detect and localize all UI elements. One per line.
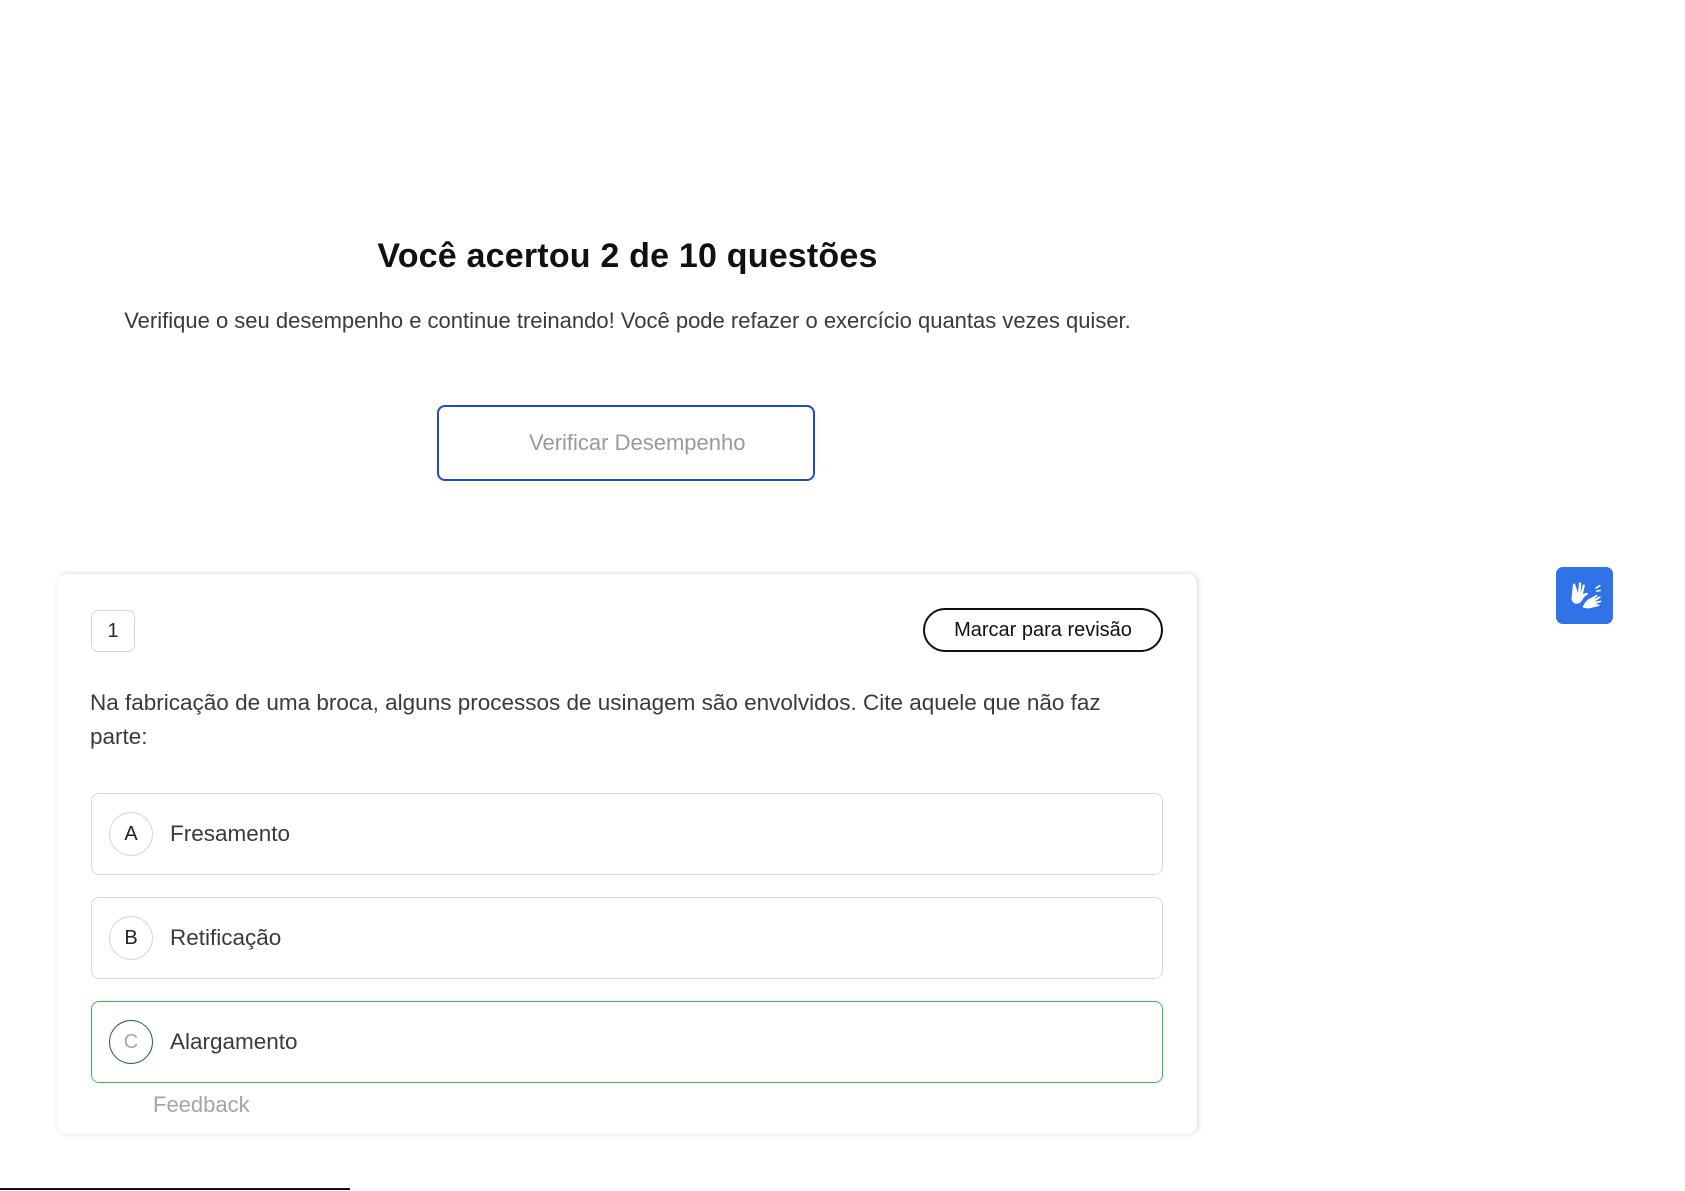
option-letter: A [109, 812, 153, 856]
page: Você acertou 2 de 10 questões Verifique … [0, 0, 1685, 1191]
bottom-divider [0, 1188, 350, 1190]
question-text: Na fabricação de uma broca, alguns proce… [90, 690, 1101, 749]
sign-language-button[interactable] [1556, 567, 1613, 624]
verify-performance-button[interactable]: Verificar Desempenho [437, 405, 815, 481]
option-b[interactable]: B Retificação [91, 897, 1163, 979]
mark-for-review-button[interactable]: Marcar para revisão [923, 608, 1163, 652]
question-card: 1 Marcar para revisão Na fabricação de u… [57, 574, 1197, 1134]
option-letter: C [109, 1020, 153, 1064]
option-label: Retificação [170, 925, 282, 950]
result-subtitle: Verifique o seu desempenho e continue tr… [124, 308, 1131, 333]
result-summary: Você acertou 2 de 10 questões Verifique … [100, 230, 1155, 481]
option-a[interactable]: A Fresamento [91, 793, 1163, 875]
result-title: Você acertou 2 de 10 questões [377, 237, 878, 275]
option-label: Fresamento [170, 821, 291, 846]
feedback-label: Feedback [153, 1092, 250, 1117]
question-number-badge: 1 [91, 610, 135, 652]
option-letter: B [109, 916, 153, 960]
sign-language-hands-icon [1570, 581, 1601, 608]
option-c[interactable]: C Alargamento [91, 1001, 1163, 1083]
option-label: Alargamento [170, 1029, 298, 1054]
